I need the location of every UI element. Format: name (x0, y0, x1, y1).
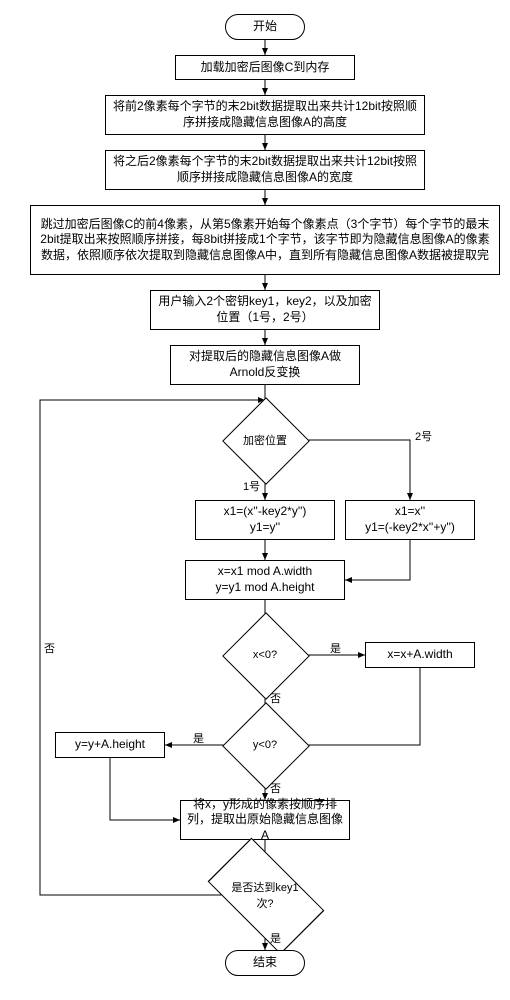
y-fix-process: y=y+A.height (55, 732, 165, 758)
y-check-decision: y<0? (235, 715, 295, 775)
extract-h-label: 将前2像素每个字节的末2bit数据提取出来共计12bit按照顺序拼接成隐藏信息图… (112, 99, 418, 130)
start-terminator: 开始 (225, 14, 305, 40)
position-decision: 加密位置 (235, 410, 295, 470)
x-check-label: x<0? (253, 649, 277, 661)
x-yes-label: 是 (330, 640, 341, 656)
pos2-formula-process: x1=x'' y1=(-key2*x''+y'') (345, 500, 475, 540)
mod-label: x=x1 mod A.width y=y1 mod A.height (215, 564, 314, 595)
load-label: 加载加密后图像C到内存 (201, 60, 330, 76)
inv-arnold-label: 对提取后的隐藏信息图像A做Arnold反变换 (177, 349, 353, 380)
extract-pixels-process: 跳过加密后图像C的前4像素，从第5像素开始每个像素点（3个字节）每个字节的最末2… (30, 205, 500, 275)
extract-px-label: 跳过加密后图像C的前4像素，从第5像素开始每个像素点（3个字节）每个字节的最末2… (37, 217, 493, 264)
inverse-arnold-process: 对提取后的隐藏信息图像A做Arnold反变换 (170, 345, 360, 385)
reorder-label: 将x，y形成的像素按顺序排列，提取出原始隐藏信息图像A (187, 797, 343, 844)
extract-w-label: 将之后2像素每个字节的末2bit数据提取出来共计12bit按照顺序拼接成隐藏信息… (112, 154, 418, 185)
pos-check-label: 加密位置 (243, 432, 287, 448)
start-label: 开始 (253, 19, 277, 35)
pos2-edge-label: 2号 (415, 428, 432, 444)
pos1-label: x1=(x''-key2*y'') y1=y'' (224, 504, 307, 535)
pos2-label: x1=x'' y1=(-key2*x''+y'') (365, 504, 455, 535)
y-yes-label: 是 (193, 730, 204, 746)
key1-no-label: 否 (44, 640, 55, 656)
end-label: 结束 (253, 955, 277, 971)
x-fix-process: x=x+A.width (365, 642, 475, 668)
extract-width-process: 将之后2像素每个字节的末2bit数据提取出来共计12bit按照顺序拼接成隐藏信息… (105, 150, 425, 190)
x-check-decision: x<0? (235, 625, 295, 685)
flowchart-container: 开始 加载加密后图像C到内存 将前2像素每个字节的末2bit数据提取出来共计12… (10, 10, 500, 990)
mod-process: x=x1 mod A.width y=y1 mod A.height (185, 560, 345, 600)
load-process: 加载加密后图像C到内存 (175, 55, 355, 80)
input-keys-process: 用户输入2个密钥key1，key2，以及加密位置（1号，2号） (150, 290, 380, 330)
y-fix-label: y=y+A.height (75, 737, 145, 753)
y-check-label: y<0? (253, 739, 277, 751)
y-no-label: 否 (270, 780, 281, 796)
pos1-formula-process: x1=(x''-key2*y'') y1=y'' (195, 500, 335, 540)
pos1-edge-label: 1号 (243, 478, 260, 494)
input-keys-label: 用户输入2个密钥key1，key2，以及加密位置（1号，2号） (157, 294, 373, 325)
end-terminator: 结束 (225, 950, 305, 976)
key1-check-label: 是否达到key1次? (225, 879, 305, 911)
key1-check-decision: 是否达到key1次? (223, 865, 307, 925)
extract-height-process: 将前2像素每个字节的末2bit数据提取出来共计12bit按照顺序拼接成隐藏信息图… (105, 95, 425, 135)
x-fix-label: x=x+A.width (387, 647, 452, 663)
key1-yes-label: 是 (270, 930, 281, 946)
x-no-label: 否 (270, 690, 281, 706)
reorder-process: 将x，y形成的像素按顺序排列，提取出原始隐藏信息图像A (180, 800, 350, 840)
